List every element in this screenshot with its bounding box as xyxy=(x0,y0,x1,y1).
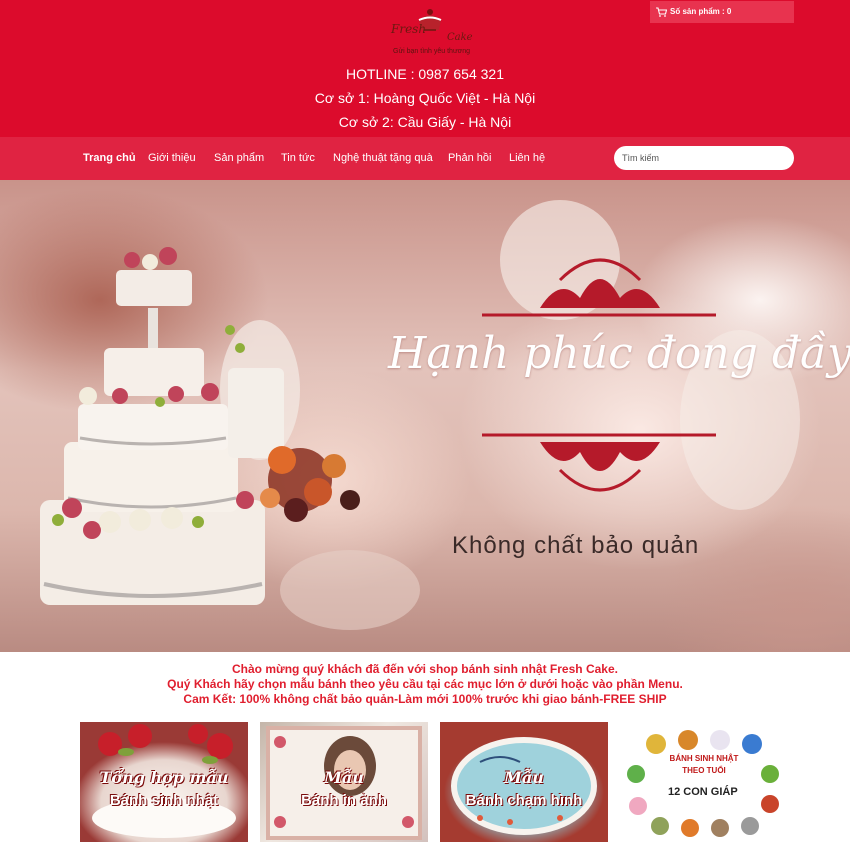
welcome-line-3: Cam Kết: 100% không chất bảo quản-Làm mớ… xyxy=(183,692,667,706)
search-input[interactable] xyxy=(614,146,794,170)
nav-item-feedback[interactable]: Phản hồi xyxy=(448,152,491,164)
category-title-line-2: Bánh sinh nhật xyxy=(109,792,219,809)
branch-1-address: Cơ sở 1: Hoàng Quốc Việt - Hà Nội xyxy=(314,90,536,106)
wedding-cake-illustration xyxy=(40,200,800,630)
site-header: Fresh Cake Gửi bạn tình yêu thương Số sả… xyxy=(0,0,850,137)
category-title-line-1: Mẫu xyxy=(324,768,364,787)
nav-item-news[interactable]: Tin tức xyxy=(281,152,315,164)
hero-headline: Hạnh phúc đong đầy xyxy=(388,328,850,379)
nav-item-about[interactable]: Giới thiệu xyxy=(148,152,196,164)
category-card-zodiac-cakes[interactable]: BÁNH SINH NHẬT THEO TUỔI 12 CON GIÁP xyxy=(620,722,788,842)
hero-subline: Không chất bảo quản xyxy=(452,532,700,559)
logo-text-fresh: Fresh xyxy=(391,22,427,36)
nav-item-home[interactable]: Trang chủ xyxy=(83,152,136,164)
category-title-line-2: THEO TUỔI xyxy=(682,766,726,775)
cart-icon xyxy=(656,7,667,17)
logo-text-cake: Cake xyxy=(447,32,473,43)
branch-2-address: Cơ sở 2: Cầu Giấy - Hà Nội xyxy=(338,114,512,130)
hero-banner[interactable]: Hạnh phúc đong đầy Không chất bảo quản xyxy=(0,180,850,652)
category-card-photo-cakes[interactable]: Mẫu Bánh in ảnh xyxy=(260,722,428,842)
nav-item-gift-art[interactable]: Nghệ thuật tặng quà xyxy=(333,152,433,164)
category-title-line-2: Bánh in ảnh xyxy=(301,792,387,809)
category-title-line-1: Tổng hợp mẫu xyxy=(99,768,229,787)
hotline-text: HOTLINE : 0987 654 321 xyxy=(346,66,504,82)
welcome-line-1: Chào mừng quý khách đã đến với shop bánh… xyxy=(232,662,618,676)
nav-item-products[interactable]: Sản phẩm xyxy=(214,152,264,164)
nav-item-contact[interactable]: Liên hệ xyxy=(509,152,545,164)
welcome-line-2: Quý Khách hãy chọn mẫu bánh theo yêu cầu… xyxy=(167,677,683,691)
category-title-line-2: Bánh chạm hình xyxy=(465,792,583,809)
category-title-line-3: 12 CON GIÁP xyxy=(668,786,738,798)
category-card-birthday-cakes[interactable]: Tổng hợp mẫu Bánh sinh nhật xyxy=(80,722,248,842)
category-title-line-1: BÁNH SINH NHẬT xyxy=(669,754,739,763)
category-card-sculpted-cakes[interactable]: Mẫu Bánh chạm hình xyxy=(440,722,608,842)
logo-tagline: Gửi bạn tình yêu thương xyxy=(393,48,471,55)
zodiac-animals-image xyxy=(627,730,779,837)
cart-count-label: Số sản phẩm : 0 xyxy=(670,7,732,16)
category-title-line-1: Mẫu xyxy=(504,768,544,787)
cart-button[interactable]: Số sản phẩm : 0 xyxy=(650,1,794,23)
site-logo[interactable]: Fresh Cake Gửi bạn tình yêu thương xyxy=(385,2,475,58)
